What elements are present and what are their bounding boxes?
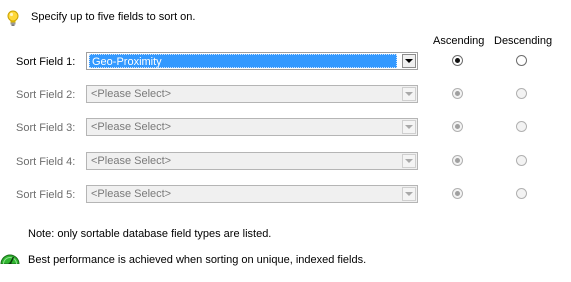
sort-field-4-dropdown-button[interactable] <box>402 154 416 168</box>
sort-field-3-value: <Please Select> <box>91 121 172 133</box>
sort-field-1-dropdown-button[interactable] <box>402 54 416 68</box>
sort-field-1-select[interactable]: Geo-Proximity <box>86 52 418 70</box>
sort-field-1-label: Sort Field 1: <box>16 56 76 68</box>
header-hint: Specify up to five fields to sort on. <box>31 11 196 23</box>
chevron-down-icon <box>405 159 413 163</box>
sort-field-2-descending-radio[interactable] <box>516 88 527 99</box>
sort-field-4-value: <Please Select> <box>91 155 172 167</box>
descending-column-header: Descending <box>494 35 553 47</box>
sort-field-5-select[interactable]: <Please Select> <box>86 185 418 203</box>
sort-field-2-dropdown-button[interactable] <box>402 87 416 101</box>
ascending-column-header: Ascending <box>433 35 485 47</box>
sort-field-3-ascending-radio[interactable] <box>452 121 463 132</box>
sort-field-1-ascending-radio[interactable] <box>452 55 463 66</box>
sort-field-4-label: Sort Field 4: <box>16 156 76 168</box>
sort-field-5-dropdown-button[interactable] <box>402 187 416 201</box>
sort-field-5-value: <Please Select> <box>91 188 172 200</box>
sort-field-1-descending-radio[interactable] <box>516 55 527 66</box>
sort-field-2-select[interactable]: <Please Select> <box>86 85 418 103</box>
sort-field-3-label: Sort Field 3: <box>16 122 76 134</box>
chevron-down-icon <box>405 125 413 129</box>
sort-field-4-descending-radio[interactable] <box>516 155 527 166</box>
sort-field-2-label: Sort Field 2: <box>16 89 76 101</box>
sort-field-3-dropdown-button[interactable] <box>402 120 416 134</box>
sort-field-5-descending-radio[interactable] <box>516 188 527 199</box>
performance-tip: Best performance is achieved when sortin… <box>28 254 367 266</box>
lightbulb-icon <box>7 10 19 26</box>
field-types-note: Note: only sortable database field types… <box>28 228 272 240</box>
sort-field-5-ascending-radio[interactable] <box>452 188 463 199</box>
sort-field-1-value: Geo-Proximity <box>89 54 397 68</box>
sort-field-2-ascending-radio[interactable] <box>452 88 463 99</box>
sort-field-3-descending-radio[interactable] <box>516 121 527 132</box>
sort-field-3-select[interactable]: <Please Select> <box>86 118 418 136</box>
sort-field-4-select[interactable]: <Please Select> <box>86 152 418 170</box>
chevron-down-icon <box>405 92 413 96</box>
sort-field-2-value: <Please Select> <box>91 88 172 100</box>
sort-field-5-label: Sort Field 5: <box>16 189 76 201</box>
chevron-down-icon <box>405 59 413 63</box>
sort-field-4-ascending-radio[interactable] <box>452 155 463 166</box>
chevron-down-icon <box>405 192 413 196</box>
speedometer-icon <box>0 254 20 264</box>
